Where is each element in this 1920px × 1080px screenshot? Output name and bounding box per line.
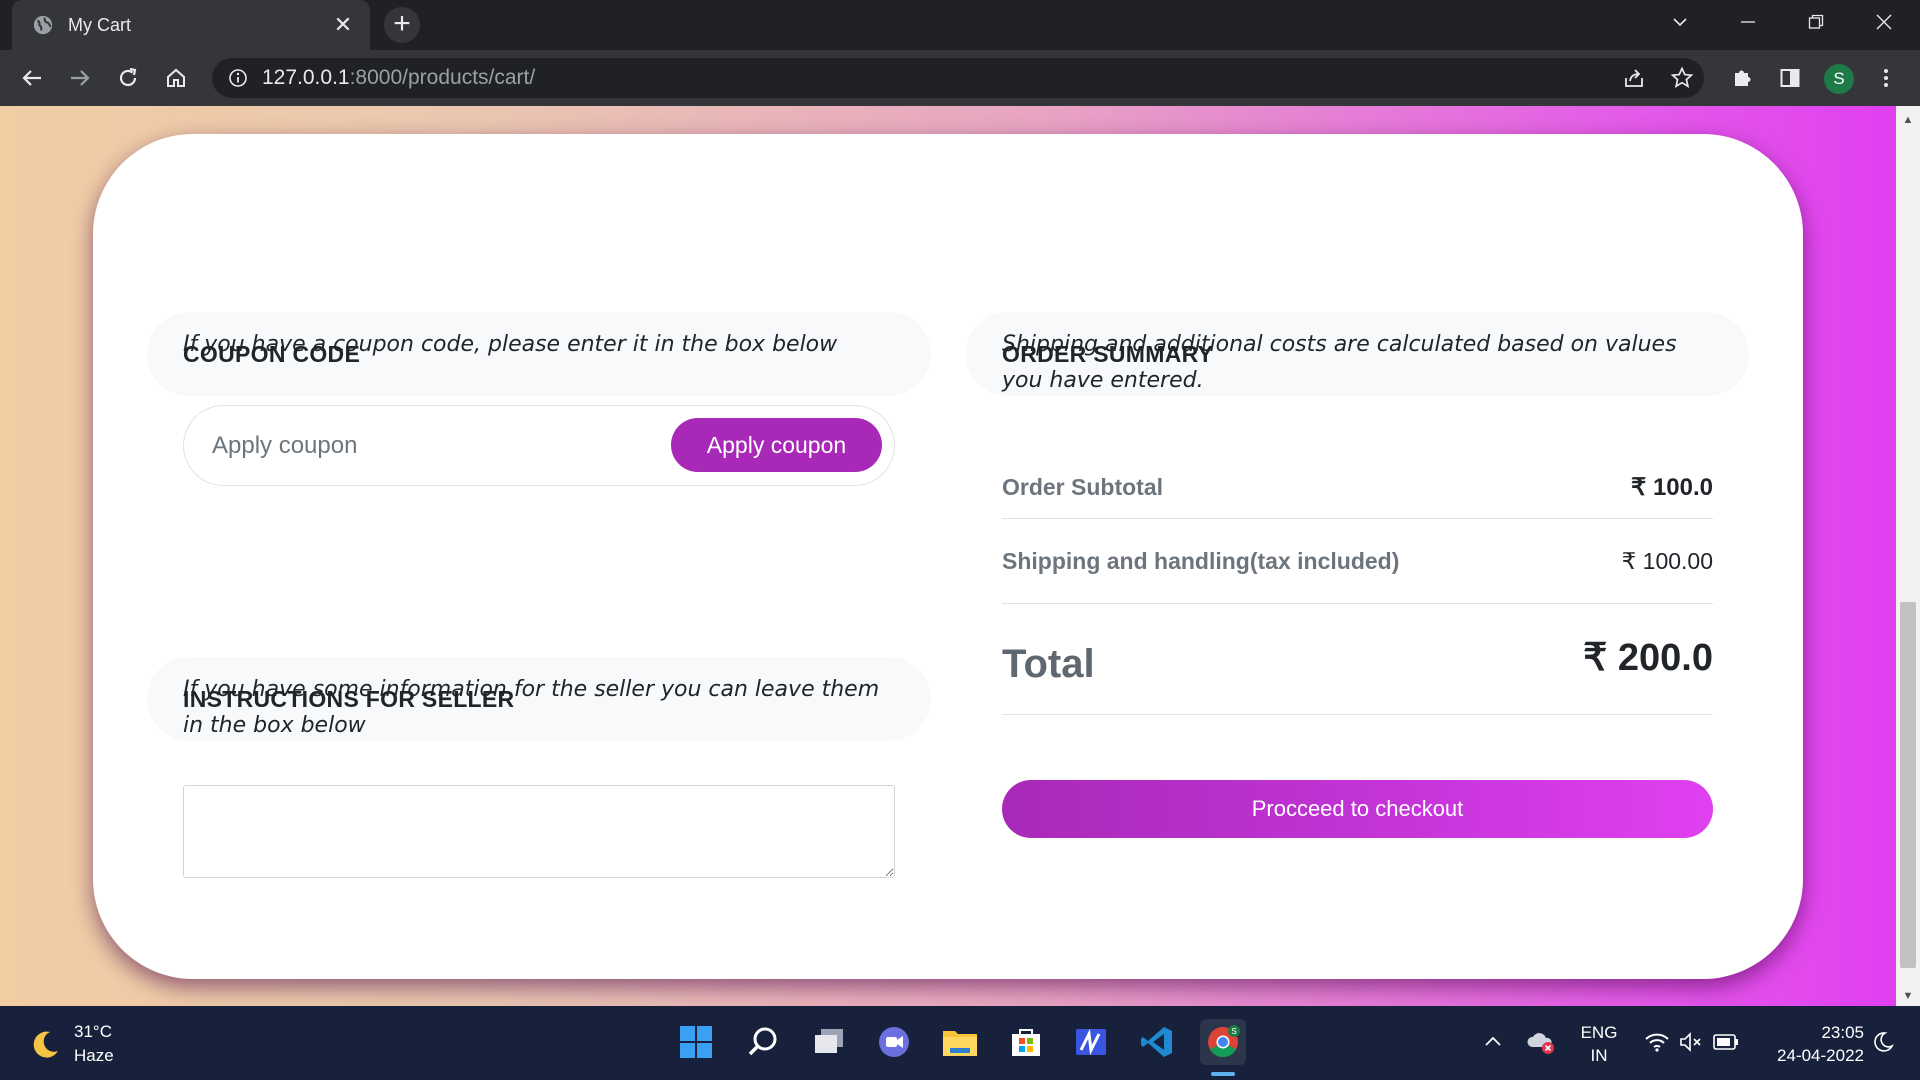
file-explorer-icon[interactable] xyxy=(937,1019,983,1065)
profile-avatar[interactable]: S xyxy=(1824,64,1854,94)
moon-icon xyxy=(33,1031,58,1058)
coupon-form: Apply coupon xyxy=(183,405,895,486)
onedrive-error-icon[interactable] xyxy=(1518,1019,1564,1065)
scrollbar-thumb[interactable] xyxy=(1900,602,1916,968)
clock[interactable]: 23:05 24-04-2022 xyxy=(1754,1021,1864,1067)
subtotal-value: ₹ 100.0 xyxy=(1631,474,1713,501)
home-icon[interactable] xyxy=(158,60,194,96)
back-arrow-icon[interactable] xyxy=(14,60,50,96)
chrome-profile-badge: S xyxy=(1231,1027,1236,1036)
subtotal-label: Order Subtotal xyxy=(1002,474,1164,500)
total-value: ₹ 200.0 xyxy=(1583,636,1713,679)
share-icon[interactable] xyxy=(1622,66,1646,90)
seller-instructions-textarea[interactable] xyxy=(183,785,895,878)
search-icon[interactable] xyxy=(740,1019,786,1065)
windows-taskbar: 31°C Haze S ENG IN 23:05 24-04-2022 xyxy=(0,1006,1920,1080)
browser-titlebar: My Cart ✕ + xyxy=(0,0,1920,50)
tab-title: My Cart xyxy=(68,14,131,35)
scroll-down-icon[interactable]: ▼ xyxy=(1900,988,1916,1004)
side-panel-icon[interactable] xyxy=(1772,60,1808,96)
tab-my-cart[interactable]: My Cart ✕ xyxy=(12,0,370,50)
shipping-row: Shipping and handling(tax included) ₹ 10… xyxy=(1002,519,1713,604)
cart-card: COUPON CODE If you have a coupon code, p… xyxy=(93,134,1803,979)
address-bar[interactable]: 127.0.0.1:8000/products/cart/ xyxy=(212,58,1704,98)
subtotal-row: Order Subtotal ₹ 100.0 xyxy=(1002,457,1713,519)
scroll-up-icon[interactable]: ▲ xyxy=(1900,112,1916,128)
editor-app-icon[interactable] xyxy=(1068,1019,1114,1065)
url-text: 127.0.0.1:8000/products/cart/ xyxy=(262,66,536,89)
apply-coupon-button[interactable]: Apply coupon xyxy=(671,418,882,472)
restore-icon[interactable] xyxy=(1788,0,1844,44)
region-code: IN xyxy=(1590,1046,1608,1065)
order-summary-note: Shipping and additional costs are calcul… xyxy=(1002,332,1677,393)
chrome-icon[interactable]: S xyxy=(1200,1019,1246,1065)
battery-icon[interactable] xyxy=(1703,1019,1749,1065)
focus-moon-icon[interactable] xyxy=(1860,1019,1906,1065)
total-label: Total xyxy=(1002,641,1095,686)
active-app-indicator xyxy=(1211,1072,1235,1076)
seller-note: If you have some information for the sel… xyxy=(183,677,880,738)
extensions-puzzle-icon[interactable] xyxy=(1724,60,1760,96)
clock-time: 23:05 xyxy=(1821,1023,1864,1042)
proceed-to-checkout-button[interactable]: Procceed to checkout xyxy=(1002,780,1713,838)
globe-icon xyxy=(33,15,53,35)
weather-condition: Haze xyxy=(74,1046,114,1065)
coupon-input[interactable] xyxy=(212,420,662,472)
total-row: Total ₹ 200.0 xyxy=(1002,604,1713,715)
tab-search-icon[interactable] xyxy=(1652,0,1708,44)
coupon-note: If you have a coupon code, please enter … xyxy=(183,332,838,357)
teams-chat-icon[interactable] xyxy=(871,1019,917,1065)
microsoft-store-icon[interactable] xyxy=(1003,1019,1049,1065)
weather-widget[interactable]: 31°C Haze xyxy=(28,1020,114,1068)
language-code: ENG xyxy=(1580,1023,1618,1042)
reload-icon[interactable] xyxy=(110,60,146,96)
page-viewport: COUPON CODE If you have a coupon code, p… xyxy=(0,106,1896,1006)
site-info-icon[interactable] xyxy=(228,68,248,88)
clock-date: 24-04-2022 xyxy=(1777,1046,1864,1065)
browser-toolbar: 127.0.0.1:8000/products/cart/ S xyxy=(0,50,1920,106)
shipping-label: Shipping and handling(tax included) xyxy=(1002,547,1400,574)
tray-overflow-chevron-icon[interactable] xyxy=(1470,1019,1516,1065)
input-language[interactable]: ENG IN xyxy=(1570,1021,1628,1067)
bookmark-star-icon[interactable] xyxy=(1670,66,1694,90)
close-window-icon[interactable] xyxy=(1856,0,1912,44)
minimize-icon[interactable] xyxy=(1720,0,1776,44)
kebab-menu-icon[interactable] xyxy=(1868,60,1904,96)
task-view-icon[interactable] xyxy=(806,1019,852,1065)
new-tab-button[interactable]: + xyxy=(384,7,420,43)
vscode-icon[interactable] xyxy=(1134,1019,1180,1065)
shipping-value: ₹ 100.00 xyxy=(1621,547,1713,574)
close-tab-icon[interactable]: ✕ xyxy=(330,12,356,38)
forward-arrow-icon[interactable] xyxy=(62,60,98,96)
windows-start-icon[interactable] xyxy=(673,1019,719,1065)
weather-temperature: 31°C xyxy=(74,1022,112,1041)
